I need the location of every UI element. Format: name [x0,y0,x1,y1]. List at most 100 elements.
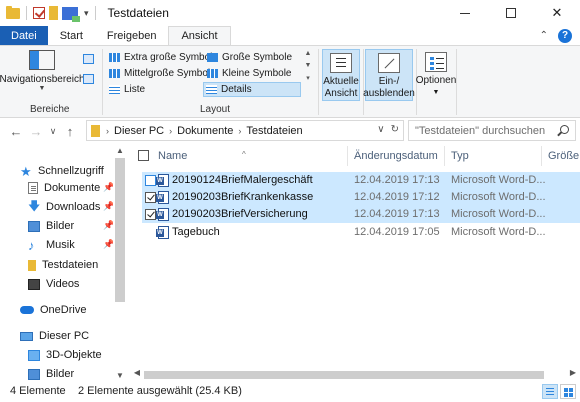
file-type: Microsoft Word-D... [451,174,546,186]
new-folder-icon[interactable] [49,6,58,20]
nav-item-3d-objekte[interactable]: 3D-Objekte [28,346,102,364]
show-hide-button[interactable]: Ein-/ ausblenden [363,49,415,101]
column-header-row: ^ Name Änderungsdatum Typ Größe [130,144,580,168]
search-input[interactable]: "Testdateien" durchsuchen [408,120,576,141]
chevron-right-icon[interactable]: › [106,126,109,136]
properties-check-icon[interactable] [33,7,45,19]
layout-extra-large-icons[interactable]: Extra große Symbole [107,50,220,65]
column-header-size[interactable]: Größe [548,150,579,162]
recent-locations-button[interactable]: ∨ [46,126,60,137]
column-divider[interactable] [444,146,445,166]
file-row[interactable]: Tagebuch 12.04.2019 17:05 Microsoft Word… [142,224,580,241]
details-view-button[interactable] [542,384,558,399]
layout-small-icons[interactable]: Kleine Symbole [205,66,293,81]
nav-item-downloads[interactable]: 🡇 Downloads [28,198,100,216]
more-icon[interactable]: ▾ [306,74,310,82]
video-icon [28,278,40,290]
options-icon [425,52,447,72]
row-checkbox[interactable] [145,209,156,220]
layout-gallery-scroll[interactable]: ▲ ▼ ▾ [302,50,314,98]
tab-freigeben[interactable]: Freigeben [95,26,169,45]
details-pane-icon[interactable] [83,74,94,84]
column-divider[interactable] [347,146,348,166]
rename-icon[interactable] [62,6,80,22]
chevron-right-icon[interactable]: ▶ [566,368,580,377]
nav-item-dieser-pc[interactable]: Dieser PC [20,327,89,345]
status-bar: 4 Elemente 2 Elemente ausgewählt (25.4 K… [0,382,580,402]
navigation-scrollbar[interactable]: ▲ ▼ [113,144,127,382]
current-view-sort-button[interactable]: Aktuelle Ansicht [322,49,360,101]
collapse-ribbon-icon[interactable]: ⌃ [540,30,548,41]
nav-item-onedrive[interactable]: OneDrive [20,301,86,319]
tab-start[interactable]: Start [48,26,95,45]
chevron-down-icon[interactable]: ▼ [113,371,127,380]
nav-item-dokumente[interactable]: Dokumente [28,179,100,197]
minimize-button[interactable] [442,0,488,26]
address-bar[interactable]: › Dieser PC › Dokumente › Testdateien ∨ … [86,120,404,141]
pictures-icon [28,368,40,380]
nav-item-label: Dieser PC [39,330,90,342]
help-icon[interactable]: ? [558,28,572,43]
file-row[interactable]: 20190124BriefMalergeschäft 12.04.2019 17… [142,172,580,189]
up-button[interactable]: ↑ [60,124,80,139]
options-button[interactable]: Optionen ▼ [416,49,456,101]
nav-item-testdateien[interactable]: Testdateien [28,256,98,274]
layout-group-label: Layout [200,104,231,115]
maximize-button[interactable] [488,0,534,26]
quick-access-toolbar: ▾ [0,5,89,22]
nav-item-bilder[interactable]: Bilder [28,217,74,235]
extra-large-icons-icon [109,53,120,62]
breadcrumb-testdateien[interactable]: Testdateien [246,125,302,137]
nav-item-musik[interactable]: ♪ Musik [28,236,75,254]
layout-item-label: Details [221,84,252,95]
customize-toolbar-dropdown[interactable]: ▾ [84,8,89,19]
refresh-icon[interactable]: ↻ [391,124,399,135]
row-checkbox[interactable] [145,175,156,186]
navigation-pane-button[interactable]: Navigationsbereich ▼ [0,50,85,100]
word-document-icon [156,226,169,239]
ribbon-divider [102,49,103,115]
column-header-date[interactable]: Änderungsdatum [354,150,438,162]
chevron-right-icon[interactable]: › [169,126,172,136]
layout-list[interactable]: Liste [107,82,147,97]
tab-datei[interactable]: Datei [0,26,48,45]
close-button[interactable]: ✕ [534,0,580,26]
chevron-down-icon[interactable]: ∨ [377,124,384,135]
column-header-type[interactable]: Typ [451,150,469,162]
file-row[interactable]: 20190203BriefVersicherung 12.04.2019 17:… [142,206,580,223]
navigation-pane-label: Navigationsbereich [0,74,85,85]
select-all-checkbox[interactable] [138,150,149,161]
back-button[interactable]: ← [6,124,26,139]
ribbon-divider [456,49,457,115]
layout-details[interactable]: Details [203,82,301,97]
horizontal-scrollbar[interactable]: ◀ ▶ [130,368,580,382]
layout-large-icons[interactable]: Große Symbole [205,50,294,65]
nav-item-schnellzugriff[interactable]: ★ Schnellzugriff [20,162,104,180]
scrollbar-thumb[interactable] [115,158,125,302]
column-divider[interactable] [541,146,542,166]
row-checkbox[interactable] [145,192,156,203]
file-row[interactable]: 20190203BriefKrankenkasse 12.04.2019 17:… [142,189,580,206]
file-list: ^ Name Änderungsdatum Typ Größe 20190124… [130,144,580,382]
details-icon [206,85,217,94]
scrollbar-thumb[interactable] [144,371,544,379]
large-icons-view-button[interactable] [560,384,576,399]
chevron-right-icon[interactable]: › [238,126,241,136]
chevron-left-icon[interactable]: ◀ [130,368,144,377]
nav-item-bilder-pc[interactable]: Bilder [28,365,74,383]
breadcrumb-dokumente[interactable]: Dokumente [177,125,233,137]
breadcrumb-dieser-pc[interactable]: Dieser PC [114,125,164,137]
pictures-icon [28,220,40,232]
nav-item-videos[interactable]: Videos [28,275,79,293]
column-header-name[interactable]: Name [158,150,187,162]
forward-button[interactable]: → [26,124,46,139]
file-name: 20190203BriefVersicherung [172,208,308,220]
layout-medium-icons[interactable]: Mittelgroße Symbole [107,66,218,81]
preview-pane-icon[interactable] [83,54,94,64]
chevron-down-icon[interactable]: ▼ [305,62,312,69]
navigation-pane: ★ Schnellzugriff Dokumente 📌 🡇 Downloads 📌… [0,144,127,382]
chevron-up-icon[interactable]: ▲ [305,50,312,57]
tab-ansicht[interactable]: Ansicht [168,26,231,45]
chevron-up-icon[interactable]: ▲ [113,146,127,155]
title-bar: ▾ Testdateien ✕ [0,0,580,26]
